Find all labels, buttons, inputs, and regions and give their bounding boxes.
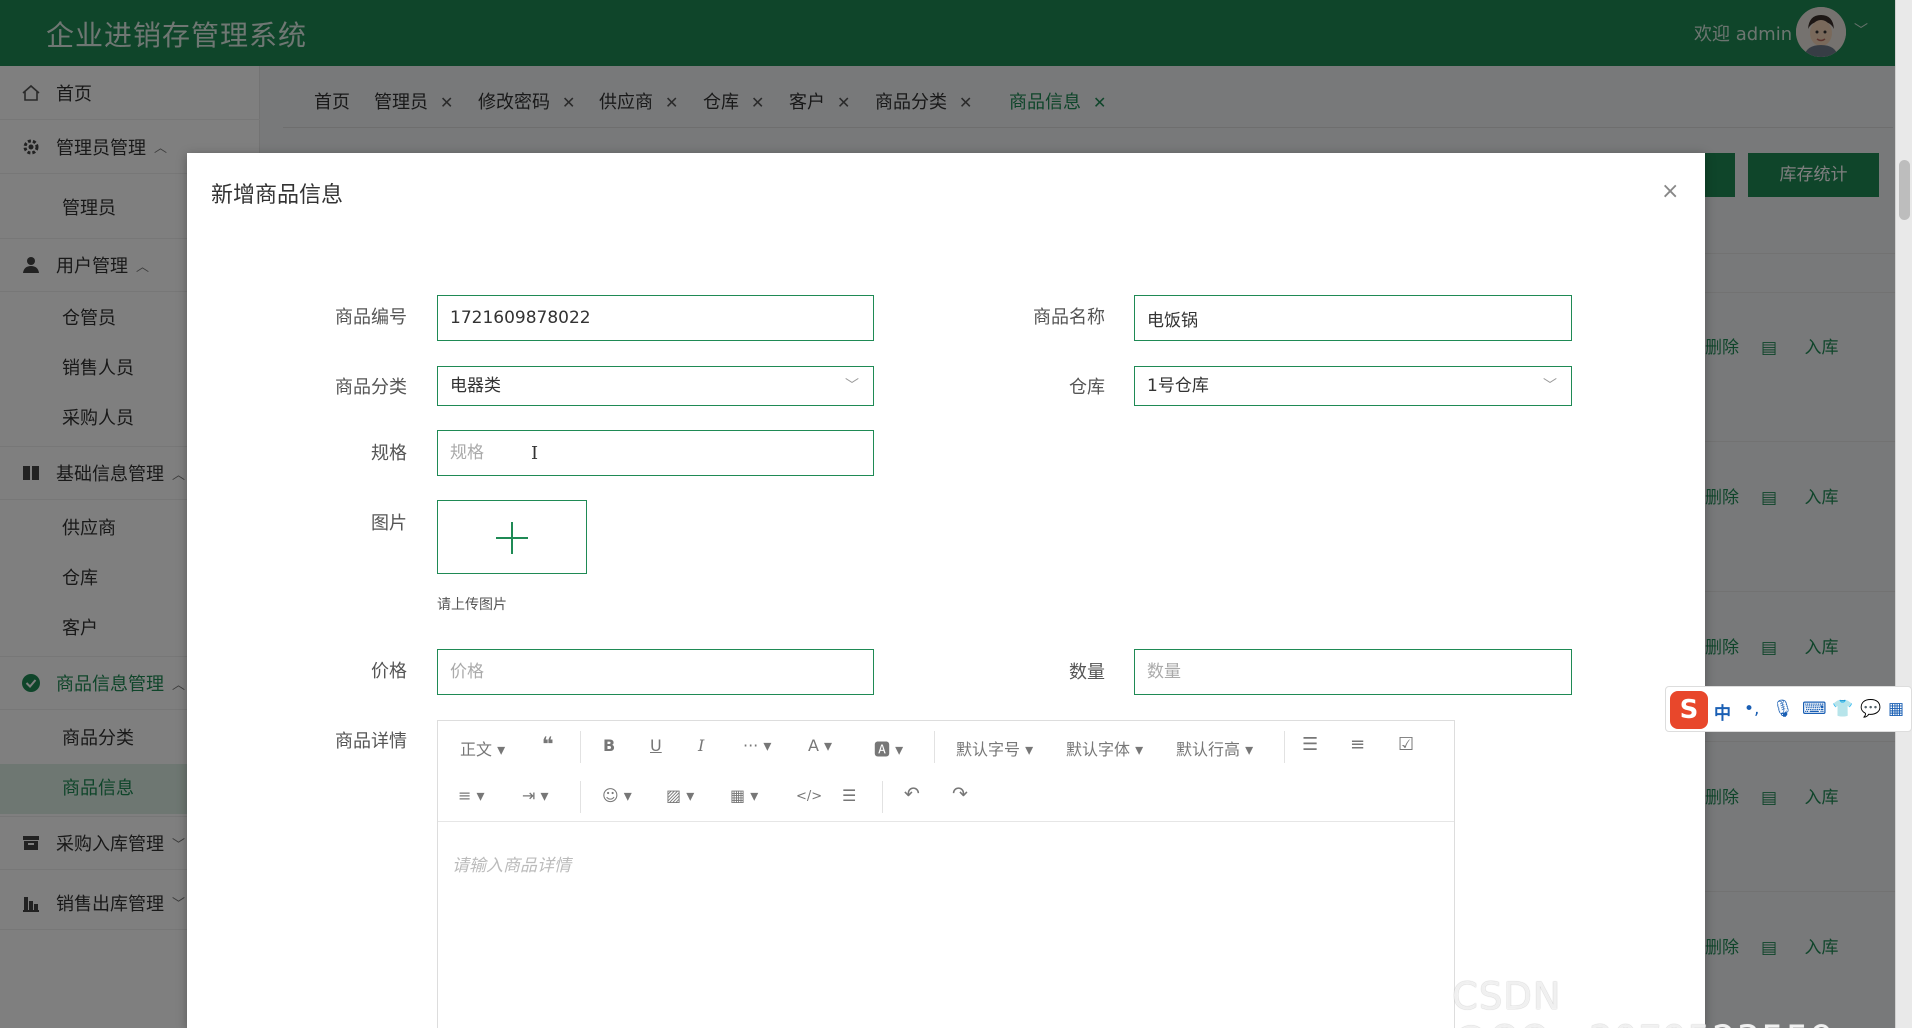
numbered-list-icon[interactable]: ≡ [1350,734,1365,755]
font-family-label: 默认字体 [1066,740,1131,759]
spec-input[interactable] [437,430,874,476]
font-family-dropdown[interactable]: 默认字体 ▾ [1066,736,1143,760]
editor-toolbar: 正文 ▾ ❝ B U I ··· ▾ A ▾ 🅰 ▾ 默认字号 ▾ 默认字体 ▾… [438,721,1454,771]
editor-placeholder[interactable]: 请输入商品详情 [452,851,571,876]
category-label: 商品分类 [335,377,407,398]
emoji-icon[interactable]: ☺ ▾ [602,786,632,805]
font-size-label: 默认字号 [956,740,1021,759]
detail-label: 商品详情 [335,731,407,752]
todo-checkbox-icon[interactable]: ☑ [1398,734,1414,755]
name-label: 商品名称 [1033,307,1105,328]
sogou-logo-icon[interactable]: S [1670,691,1708,729]
close-icon[interactable]: × [1661,179,1679,204]
table-icon[interactable]: ▦ ▾ [730,786,758,805]
underline-icon[interactable]: U [650,736,662,755]
undo-icon[interactable]: ↶ [904,783,920,805]
line-height-label: 默认行高 [1176,740,1241,759]
spec-label: 规格 [371,443,407,464]
indent-icon[interactable]: ⇥ ▾ [522,786,549,805]
punctuation-icon[interactable]: •, [1744,699,1759,719]
font-color-icon[interactable]: A ▾ [808,736,832,755]
rich-text-editor: 正文 ▾ ❝ B U I ··· ▾ A ▾ 🅰 ▾ 默认字号 ▾ 默认字体 ▾… [437,720,1455,1028]
divider-icon[interactable]: ☰ [842,786,856,805]
more-icon[interactable]: ··· ▾ [743,736,771,755]
grid-icon[interactable]: ▦ [1888,699,1904,719]
paragraph-dropdown[interactable]: 正文 ▾ [460,736,505,760]
qty-label: 数量 [1069,662,1105,683]
microphone-icon[interactable]: 🎙 [1772,699,1794,719]
scrollbar-thumb[interactable] [1899,160,1910,220]
background-color-icon[interactable]: 🅰 ▾ [874,736,903,760]
dialog-title: 新增商品信息 [211,183,344,208]
name-input[interactable] [1134,295,1572,341]
paragraph-label: 正文 [460,740,493,759]
price-label: 价格 [371,661,407,682]
align-icon[interactable]: ≡ ▾ [458,786,485,805]
ime-mode-toggle[interactable]: 中 [1714,699,1731,724]
watermark: CSDN @QQ__2079523559 [1452,975,1834,1028]
qty-input[interactable] [1134,649,1572,695]
image-upload-button[interactable] [437,500,587,574]
warehouse-select[interactable]: 1号仓库 ﹀ [1134,366,1572,406]
chevron-down-icon: ﹀ [1543,378,1557,394]
bold-icon[interactable]: B [603,736,615,755]
chevron-down-icon: ﹀ [845,378,859,394]
price-input[interactable] [437,649,874,695]
editor-toolbar-row-2: ≡ ▾ ⇥ ▾ ☺ ▾ ▨ ▾ ▦ ▾ </> ☰ ↶ ↷ [438,771,1454,821]
image-label: 图片 [371,513,407,534]
code-icon[interactable]: </> [796,789,822,804]
ime-toolbar: S 中 •, 🎙 ⌨ 👕 💬 ▦ [1665,686,1912,732]
code-input[interactable] [437,295,874,341]
italic-icon[interactable]: I [698,736,704,755]
code-label: 商品编号 [335,307,407,328]
upload-hint: 请上传图片 [437,597,507,613]
keyboard-icon[interactable]: ⌨ [1802,699,1827,719]
redo-icon[interactable]: ↷ [952,783,968,805]
image-icon[interactable]: ▨ ▾ [666,786,694,805]
bullet-list-icon[interactable]: ☰ [1302,734,1318,755]
add-goods-dialog: 新增商品信息 × 商品编号 商品名称 商品分类 电器类 ﹀ 仓库 1号仓库 ﹀ … [187,153,1705,1028]
skin-icon[interactable]: 👕 [1832,699,1853,719]
page-scrollbar[interactable] [1895,0,1912,1028]
quote-icon[interactable]: ❝ [542,732,554,756]
category-select-value: 电器类 [450,376,501,396]
text-cursor-icon: I [531,443,539,464]
line-height-dropdown[interactable]: 默认行高 ▾ [1176,736,1253,760]
warehouse-label: 仓库 [1069,377,1105,398]
font-size-dropdown[interactable]: 默认字号 ▾ [956,736,1033,760]
chat-icon[interactable]: 💬 [1860,699,1881,719]
category-select[interactable]: 电器类 ﹀ [437,366,874,406]
warehouse-select-value: 1号仓库 [1147,376,1209,396]
